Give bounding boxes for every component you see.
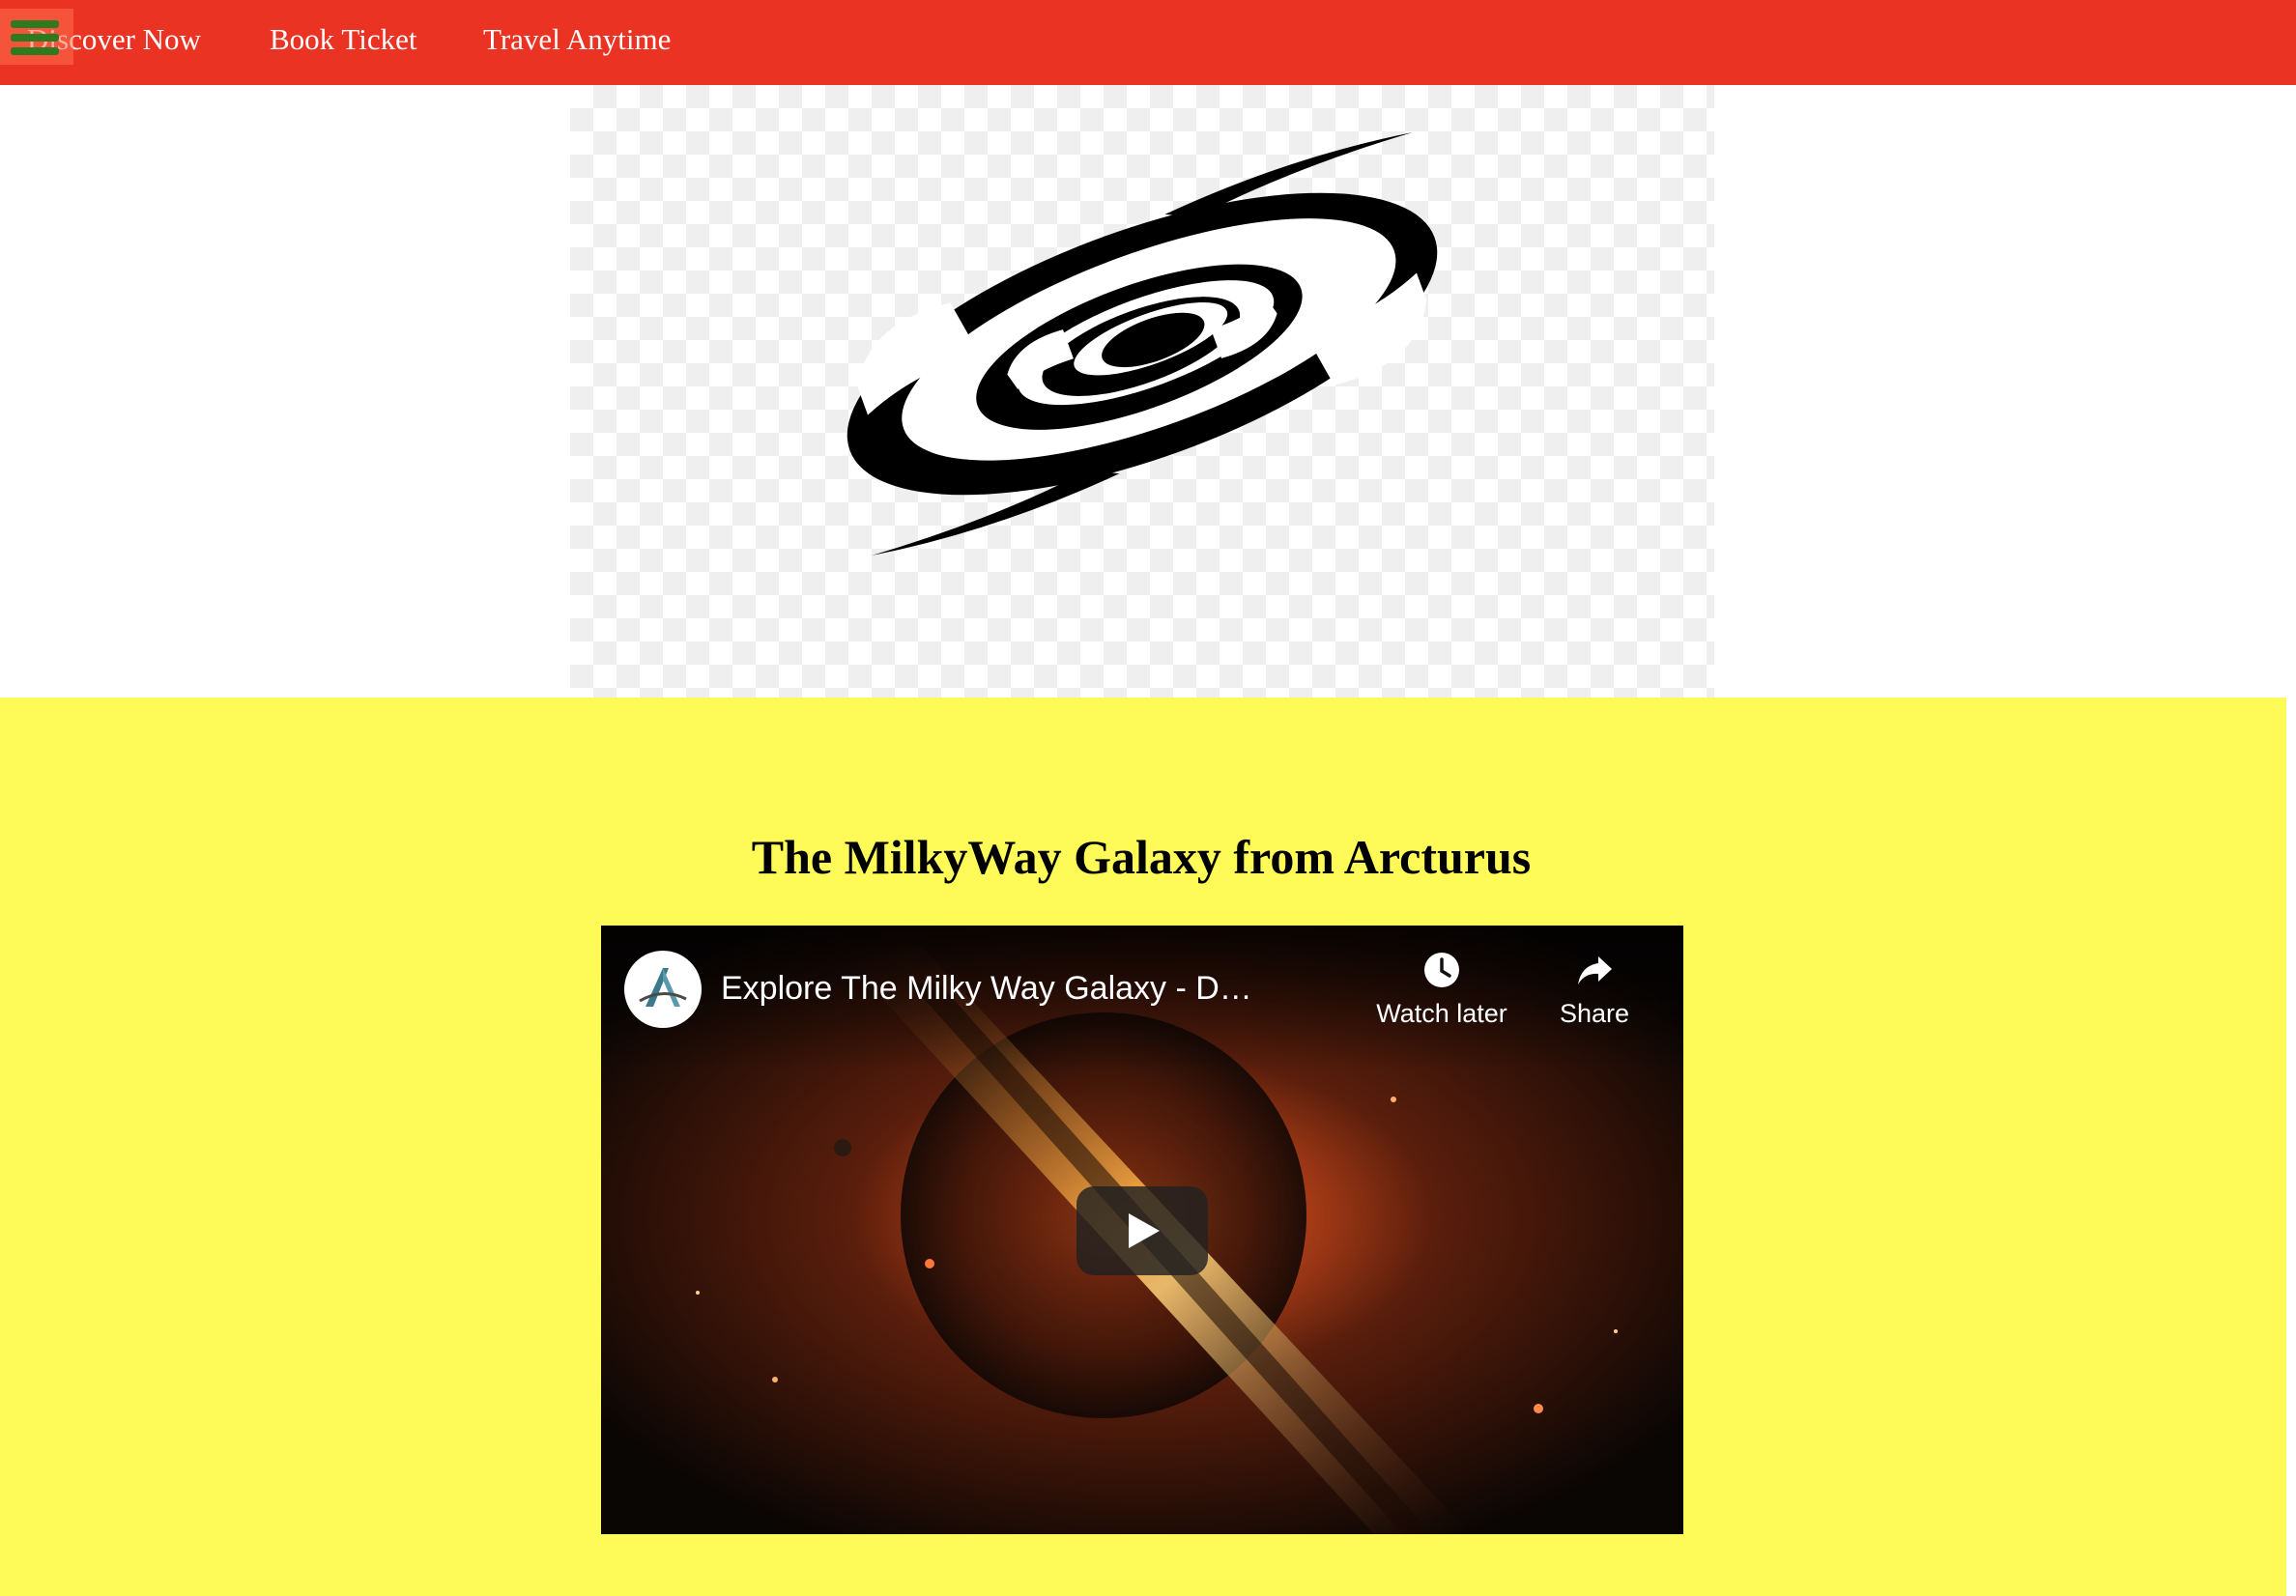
hero-logo-image <box>570 85 1714 698</box>
play-button[interactable] <box>1076 1186 1208 1275</box>
share-label: Share <box>1559 999 1630 1028</box>
nav-link-travel-anytime[interactable]: Travel Anytime <box>483 19 671 60</box>
nav-link-book-ticket[interactable]: Book Ticket <box>270 19 416 60</box>
video-title[interactable]: Explore The Milky Way Galaxy - Docum... <box>721 966 1262 1011</box>
share-arrow-icon <box>1578 956 1612 984</box>
play-icon <box>1129 1213 1160 1248</box>
menu-bar-middle <box>11 34 59 42</box>
menu-bar-bottom <box>11 47 59 55</box>
embedded-video-player[interactable]: Explore The Milky Way Galaxy - Docum... … <box>601 926 1683 1534</box>
hamburger-menu-icon[interactable] <box>0 9 73 65</box>
spiral-galaxy-logo <box>847 132 1438 556</box>
share-button[interactable]: Share <box>1517 947 1672 1043</box>
content-section: The MilkyWay Galaxy from Arcturus Explor… <box>0 698 2286 1596</box>
top-navbar: Discover Now Book Ticket Travel Anytime <box>0 0 2296 85</box>
watch-later-label: Watch later <box>1376 999 1507 1028</box>
channel-logo-icon[interactable] <box>624 951 702 1028</box>
clock-icon <box>1424 953 1459 987</box>
menu-bar-top <box>11 20 59 28</box>
page: Discover Now Book Ticket Travel Anytime <box>0 0 2296 1596</box>
section-title: The MilkyWay Galaxy from Arcturus <box>751 830 1532 884</box>
watch-later-button[interactable]: Watch later <box>1364 947 1519 1043</box>
channel-logo-glyph <box>639 968 687 1007</box>
